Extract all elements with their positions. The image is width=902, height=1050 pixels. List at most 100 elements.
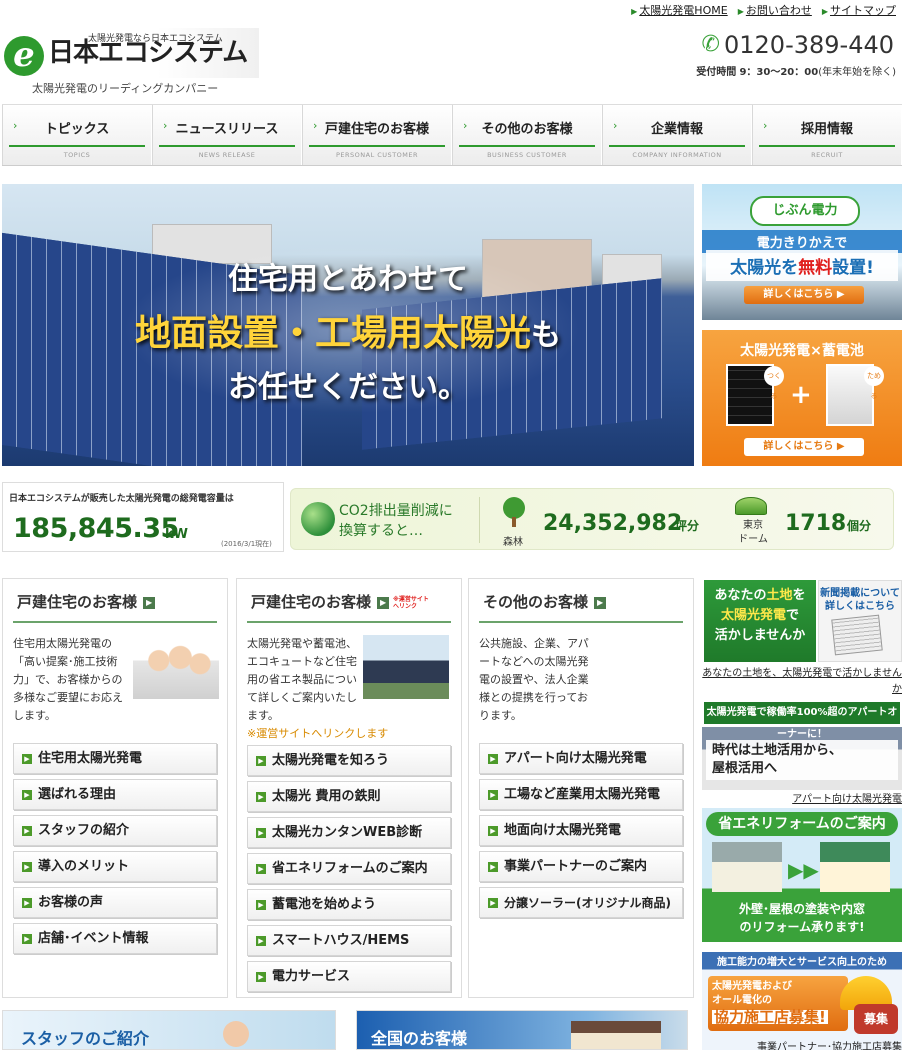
menu-button[interactable]: ▶ 太陽光発電を知ろう	[247, 745, 451, 776]
jibun-denryoku-logo: じぶん電力	[750, 196, 860, 226]
total-capacity-box: 日本エコシステムが販売した太陽光発電の総発電容量は 185,845.35 kW …	[2, 482, 284, 552]
top-links: ▶ 太陽光発電HOME ▶ お問い合わせ ▶ サイトマップ	[631, 2, 896, 18]
arrow-icon: ▶	[377, 596, 390, 609]
national-customers-banner[interactable]: 全国のお客様	[356, 1010, 688, 1050]
details-button[interactable]: 詳しくはこちら ▶	[744, 438, 864, 456]
menu-button[interactable]: ▶ 店舗･イベント情報	[13, 923, 217, 954]
menu-button[interactable]: ▶ 分譲ソーラー(オリジナル商品)	[479, 887, 683, 918]
menu-button[interactable]: ▶ アパート向け太陽光発電	[479, 743, 683, 774]
hero-line3: お任せください。	[228, 370, 468, 405]
triangle-icon: ▶	[631, 7, 638, 16]
menu-button[interactable]: ▶ 導入のメリット	[13, 851, 217, 882]
staff-photo	[223, 1021, 249, 1047]
column-title[interactable]: その他のお客様 ▶	[483, 591, 607, 612]
nav-news-release[interactable]: › ニュースリリース NEWS RELEASE	[152, 105, 302, 165]
global-nav: › トピックス TOPICS › ニュースリリース NEWS RELEASE › 戸建住宅…	[2, 104, 902, 166]
menu-button[interactable]: ▶ 選ばれる理由	[13, 779, 217, 810]
arrow-icon: ▶	[488, 754, 498, 764]
column-personal-customer: 戸建住宅のお客様 ▶ 住宅用太陽光発電の「高い提案･施工技術力」で、お客様からの多…	[2, 578, 228, 998]
phone-number[interactable]: ✆ 0120-389-440	[702, 30, 894, 60]
total-capacity-value: 185,845.35	[13, 513, 179, 544]
arrow-icon: ▶	[256, 936, 266, 946]
arrow-icon: ▶	[22, 898, 32, 908]
menu-button[interactable]: ▶ スマートハウス/HEMS	[247, 925, 451, 956]
triangle-icon: ▶	[821, 7, 828, 16]
hero-line2: 地面設置・工場用太陽光も	[134, 312, 561, 354]
forest-value: 24,352,982	[543, 511, 683, 536]
toplink-contact[interactable]: ▶ お問い合わせ	[738, 2, 812, 18]
staff-banner[interactable]: スタッフのご紹介	[2, 1010, 336, 1050]
details-button[interactable]: 詳しくはこちら ▶	[744, 286, 864, 304]
hero-line1: 住宅用とあわせて	[228, 262, 468, 297]
phone-icon: ✆	[701, 32, 720, 57]
nav-topics[interactable]: › トピックス TOPICS	[2, 105, 152, 165]
battery-banner[interactable]: 太陽光発電×蓄電池 つくる + ためる 詳しくはこちら ▶	[702, 330, 902, 466]
column-title[interactable]: 戸建住宅のお客様 ▶	[17, 591, 156, 612]
arrow-icon: ▶	[256, 900, 266, 910]
nav-recruit[interactable]: › 採用情報 RECRUIT	[752, 105, 902, 165]
house-photo	[571, 1021, 661, 1049]
city-solar-photo	[597, 635, 683, 699]
menu-button[interactable]: ▶ 地面向け太陽光発電	[479, 815, 683, 846]
partner-link[interactable]: 事業パートナー･協力施工店募集	[702, 1038, 902, 1050]
apartment-banner[interactable]: 太陽光発電で稼働率100%超のアパートオーナーに！ 時代は土地活用から、 屋根活用…	[702, 700, 902, 790]
toplink-sitemap[interactable]: ▶ サイトマップ	[822, 2, 896, 18]
arrow-icon: ▶	[22, 934, 32, 944]
arrow-icon: ▶	[22, 754, 32, 764]
menu-button[interactable]: ▶ 工場など産業用太陽光発電	[479, 779, 683, 810]
arrow-icon: ▶	[594, 596, 607, 609]
hero-banner[interactable]: 住宅用とあわせて 地面設置・工場用太陽光も お任せください。	[2, 184, 694, 466]
menu-list: ▶ アパート向け太陽光発電 ▶ 工場など産業用太陽光発電 ▶ 地面向け太陽光発電 ▶ 事…	[479, 743, 683, 923]
menu-button[interactable]: ▶ 電力サービス	[247, 961, 451, 992]
nav-personal-customer[interactable]: › 戸建住宅のお客様 PERSONAL CUSTOMER	[302, 105, 452, 165]
arrow-icon: ▶	[256, 828, 266, 838]
jibun-denryoku-banner[interactable]: じぶん電力 電力きりかえで 太陽光を無料設置! 詳しくはこちら ▶	[702, 184, 902, 320]
arrow-icon: ▶▶	[788, 858, 819, 882]
arrow-icon: ▶	[256, 864, 266, 874]
house-before-image	[712, 842, 782, 892]
logo-name[interactable]: 日本エコシステム	[48, 38, 248, 68]
column-personal-customer-sites: 戸建住宅のお客様 ▶ ※運営サイトへリンク 太陽光発電や蓄電池、エコキュートなど住宅…	[236, 578, 462, 998]
arrow-icon: ▶	[22, 790, 32, 800]
tree-icon	[499, 497, 527, 529]
nav-business-customer[interactable]: › その他のお客様 BUSINESS CUSTOMER	[452, 105, 602, 165]
arrow-icon: ▶	[143, 596, 156, 609]
menu-list: ▶ 太陽光発電を知ろう ▶ 太陽光 費用の鉄則 ▶ 太陽光カンタンWEB診断 ▶ 省エネ…	[247, 745, 451, 997]
recruit-badge: 募集	[854, 1004, 898, 1034]
apartment-link[interactable]: アパート向け太陽光発電	[702, 790, 902, 805]
menu-button[interactable]: ▶ 蓄電池を始めよう	[247, 889, 451, 920]
menu-button[interactable]: ▶ お客様の声	[13, 887, 217, 918]
column-business-customer: その他のお客様 ▶ 公共施設、企業、アパートなどへの太陽光発電の設置や、法人企業様…	[468, 578, 694, 998]
nav-company-information[interactable]: › 企業情報 COMPANY INFORMATION	[602, 105, 752, 165]
tokyo-dome-icon	[735, 497, 767, 515]
land-use-link[interactable]: あなたの土地を、太陽光発電で活かしませんか	[702, 666, 902, 698]
logo-icon[interactable]: e	[4, 36, 44, 76]
plus-icon: +	[790, 380, 812, 410]
menu-button[interactable]: ▶ 太陽光 費用の鉄則	[247, 781, 451, 812]
house-roof-photo	[363, 635, 449, 699]
menu-button[interactable]: ▶ スタッフの紹介	[13, 815, 217, 846]
menu-button[interactable]: ▶ 住宅用太陽光発電	[13, 743, 217, 774]
arrow-icon: ▶	[256, 972, 266, 982]
land-use-banner[interactable]: あなたの土地を 太陽光発電で 活かしませんか 新聞掲載について詳しくはこちら	[702, 578, 902, 666]
globe-icon	[301, 502, 335, 536]
family-photo	[133, 635, 219, 699]
co2-reduction-box: CO2排出量削減に 換算すると… 森林 24,352,982 坪分 東京 ドーム 1…	[290, 488, 894, 550]
reform-banner[interactable]: 省エネリフォームのご案内 ▶▶ 外壁･屋根の塗装や内窓 のリフォーム承ります!	[702, 808, 902, 942]
newspaper-link[interactable]: 新聞掲載について詳しくはこちら	[818, 580, 902, 662]
menu-list: ▶ 住宅用太陽光発電 ▶ 選ばれる理由 ▶ スタッフの紹介 ▶ 導入のメリット ▶ お客様…	[13, 743, 217, 959]
menu-button[interactable]: ▶ 太陽光カンタンWEB診断	[247, 817, 451, 848]
newspaper-icon	[831, 614, 883, 656]
toplink-home[interactable]: ▶ 太陽光発電HOME	[631, 2, 728, 18]
menu-button[interactable]: ▶ 事業パートナーのご案内	[479, 851, 683, 882]
business-hours: 受付時間 9：30〜20：00(年末年始を除く)	[696, 67, 896, 78]
arrow-icon: ▶	[256, 756, 266, 766]
arrow-icon: ▶	[22, 826, 32, 836]
arrow-icon: ▶	[488, 862, 498, 872]
partner-recruit-banner[interactable]: 施工能力の増大とサービス向上のため 太陽光発電および オール電化の 協力施工店募集!…	[702, 952, 902, 1050]
page-root: ▶ 太陽光発電HOME ▶ お問い合わせ ▶ サイトマップ e 太陽光発電なら日本エコ…	[0, 0, 902, 1050]
arrow-icon: ▶	[488, 898, 498, 908]
arrow-icon: ▶	[488, 826, 498, 836]
column-title[interactable]: 戸建住宅のお客様 ▶ ※運営サイトへリンク	[251, 591, 431, 612]
menu-button[interactable]: ▶ 省エネリフォームのご案内	[247, 853, 451, 884]
